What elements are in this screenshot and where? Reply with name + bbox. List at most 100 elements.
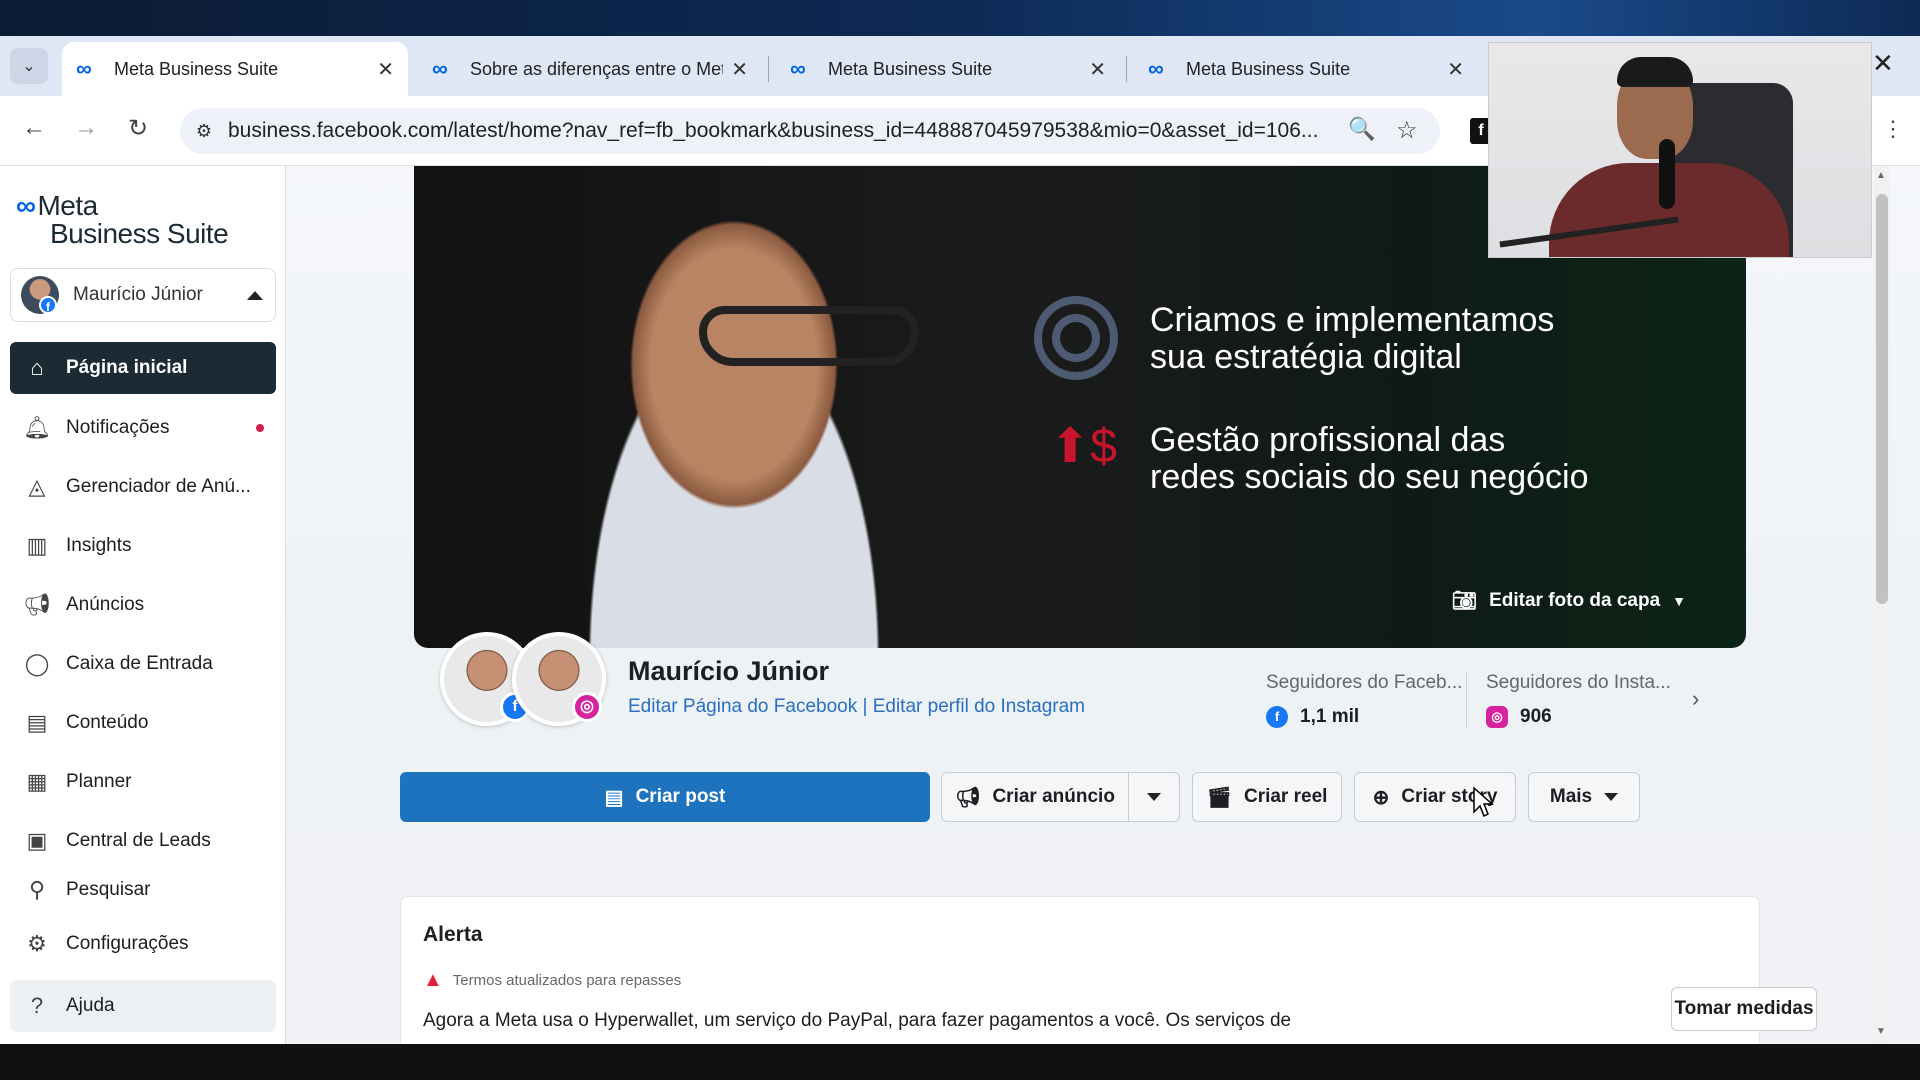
sidebar-item-caixa-de-entrada[interactable]: ◯ Caixa de Entrada [10,638,276,690]
close-icon[interactable]: ✕ [731,57,748,82]
edit-instagram-profile-link[interactable]: Editar perfil do Instagram [873,696,1085,717]
sidebar-item-label: Anúncios [66,594,145,615]
sidebar-item-conteudo[interactable]: ▤ Conteúdo [10,697,276,749]
profile-name: Maurício Júnior [628,656,830,686]
close-icon[interactable]: ✕ [377,57,394,82]
caret-down-icon [1604,793,1619,801]
bar-chart-icon: ▥ [26,533,48,558]
site-settings-icon[interactable]: ⚙ [180,121,228,142]
bookmark-star-icon[interactable]: ☆ [1396,116,1418,145]
facebook-followers-label: Seguidores do Faceb... [1266,672,1463,693]
avatar: f [21,276,59,314]
sidebar-item-notificacoes[interactable]: 🔔︎ Notificações [10,402,276,454]
browser-menu-icon[interactable]: ⋮ [1882,116,1904,142]
sidebar-item-ajuda[interactable]: ? Ajuda [10,980,276,1032]
caret-down-icon: ▼ [1672,592,1686,609]
reload-icon[interactable]: ↻ [128,114,148,143]
close-icon[interactable]: ✕ [1089,57,1106,82]
create-ad-dropdown[interactable] [1128,772,1180,822]
alert-body: Agora a Meta usa o Hyperwallet, um servi… [423,1010,1292,1031]
help-icon: ? [30,993,44,1018]
instagram-avatar[interactable]: ◎ [512,632,606,726]
tab-sobre-diferencas[interactable]: ∞ Sobre as diferenças entre o Met ✕ [418,42,762,96]
instagram-followers-stat[interactable]: Seguidores do Insta... ◎ 906 [1486,672,1671,728]
clapperboard-icon: 🎬︎ [1206,786,1232,809]
content-icon: ▤ [26,710,48,735]
sidebar-item-insights[interactable]: ▥ Insights [10,520,276,572]
camera-icon: 📷︎ [1451,590,1478,612]
webcam-overlay [1488,42,1872,258]
sidebar-item-gerenciador-de-anuncios[interactable]: ◬ Gerenciador de Anú... [10,461,276,513]
cover-tagline2-line1: Gestão profissional das [1150,421,1506,459]
sidebar-item-central-de-leads[interactable]: ▣ Central de Leads [10,815,276,867]
account-switcher[interactable]: f Maurício Júnior [10,268,276,322]
account-name: Maurício Júnior [73,284,203,305]
chevron-right-icon[interactable]: › [1692,686,1699,712]
zoom-icon[interactable]: 🔍 [1348,116,1375,142]
scrollbar-thumb[interactable] [1876,194,1888,604]
cover-portrait-glasses [699,306,919,366]
sidebar: ∞Meta Business Suite f Maurício Júnior ⌂… [0,166,286,1044]
tab-meta-business-suite-1[interactable]: ∞ Meta Business Suite ✕ [62,42,408,96]
address-bar[interactable]: ⚙ business.facebook.com/latest/home?nav_… [180,108,1440,154]
facebook-followers-stat[interactable]: Seguidores do Faceb... f 1,1 mil [1266,672,1462,728]
more-button[interactable]: Mais [1528,772,1640,822]
edit-facebook-page-link[interactable]: Editar Página do Facebook [628,696,857,717]
sidebar-item-planner[interactable]: ▦ Planner [10,756,276,808]
calendar-icon: ▦ [26,769,48,794]
home-icon: ⌂ [30,355,44,380]
money-growth-icon: ⬆$ [1050,420,1117,473]
tab-meta-business-suite-2[interactable]: ∞ Meta Business Suite ✕ [776,42,1120,96]
page-scrollbar[interactable]: ▲ ▼ [1874,166,1890,1044]
mouse-cursor-icon [1473,786,1494,818]
page-content: ∞Meta Business Suite f Maurício Júnior ⌂… [0,166,1920,1044]
sidebar-item-configuracoes[interactable]: ⚙ Configurações [10,918,276,970]
sidebar-item-label: Configurações [66,933,189,954]
sidebar-item-anuncios[interactable]: 📢︎ Anúncios [10,579,276,631]
caret-up-icon [247,290,263,300]
link-separator: | [862,696,868,717]
cover-portrait [524,186,944,648]
back-arrow-icon[interactable]: ← [22,114,46,142]
sidebar-item-pesquisar[interactable]: ⚲ Pesquisar [10,864,276,916]
tab-title: Meta Business Suite [828,58,993,79]
tab-list-button[interactable]: ⌄ [10,48,48,84]
close-icon[interactable]: ✕ [1447,57,1464,82]
leads-icon: ▣ [26,828,48,853]
gear-icon: ⚙ [27,931,47,956]
create-ad-label: Criar anúncio [992,786,1115,807]
create-post-button[interactable]: ▤ Criar post [400,772,930,822]
meta-logo-icon: ∞ [432,56,448,81]
url-text[interactable]: business.facebook.com/latest/home?nav_re… [228,119,1328,143]
search-icon: ⚲ [28,877,46,902]
tab-title: Sobre as diferenças entre o Met [470,58,724,79]
sidebar-item-label: Pesquisar [66,879,151,900]
take-action-button[interactable]: Tomar medidas [1671,987,1817,1031]
facebook-icon: f [1266,706,1288,728]
alert-card: Alerta ▲ Termos atualizados para repasse… [400,896,1817,1044]
sidebar-item-pagina-inicial[interactable]: ⌂ Página inicial [10,342,276,394]
meta-logo-icon: ∞ [790,56,806,81]
create-ad-button[interactable]: 📢︎ Criar anúncio [941,772,1129,822]
meta-business-suite-logo[interactable]: ∞Meta Business Suite [16,192,229,248]
sidebar-item-label: Ajuda [66,995,115,1016]
sidebar-item-label: Caixa de Entrada [66,653,213,674]
ads-manager-icon: ◬ [28,474,46,499]
post-icon: ▤ [604,786,624,809]
tab-meta-business-suite-3[interactable]: ∞ Meta Business Suite ✕ [1134,42,1478,96]
tab-divider [768,56,769,82]
tab-title: Meta Business Suite [114,58,279,79]
sidebar-item-label: Página inicial [66,357,188,378]
scroll-up-icon[interactable]: ▲ [1876,170,1886,181]
window-close-icon[interactable]: ✕ [1872,48,1894,79]
create-reel-button[interactable]: 🎬︎ Criar reel [1192,772,1342,822]
more-label: Mais [1549,786,1593,807]
scroll-down-icon[interactable]: ▼ [1876,1026,1886,1037]
edit-cover-button[interactable]: 📷︎ Editar foto da capa ▼ [1452,588,1686,613]
caret-down-icon [1147,793,1161,801]
create-post-label: Criar post [635,786,726,807]
profile-edit-links: Editar Página do Facebook | Editar perfi… [628,696,1085,718]
tab-title: Meta Business Suite [1186,58,1351,79]
forward-arrow-icon[interactable]: → [74,114,98,142]
instagram-icon: ◎ [572,692,602,722]
